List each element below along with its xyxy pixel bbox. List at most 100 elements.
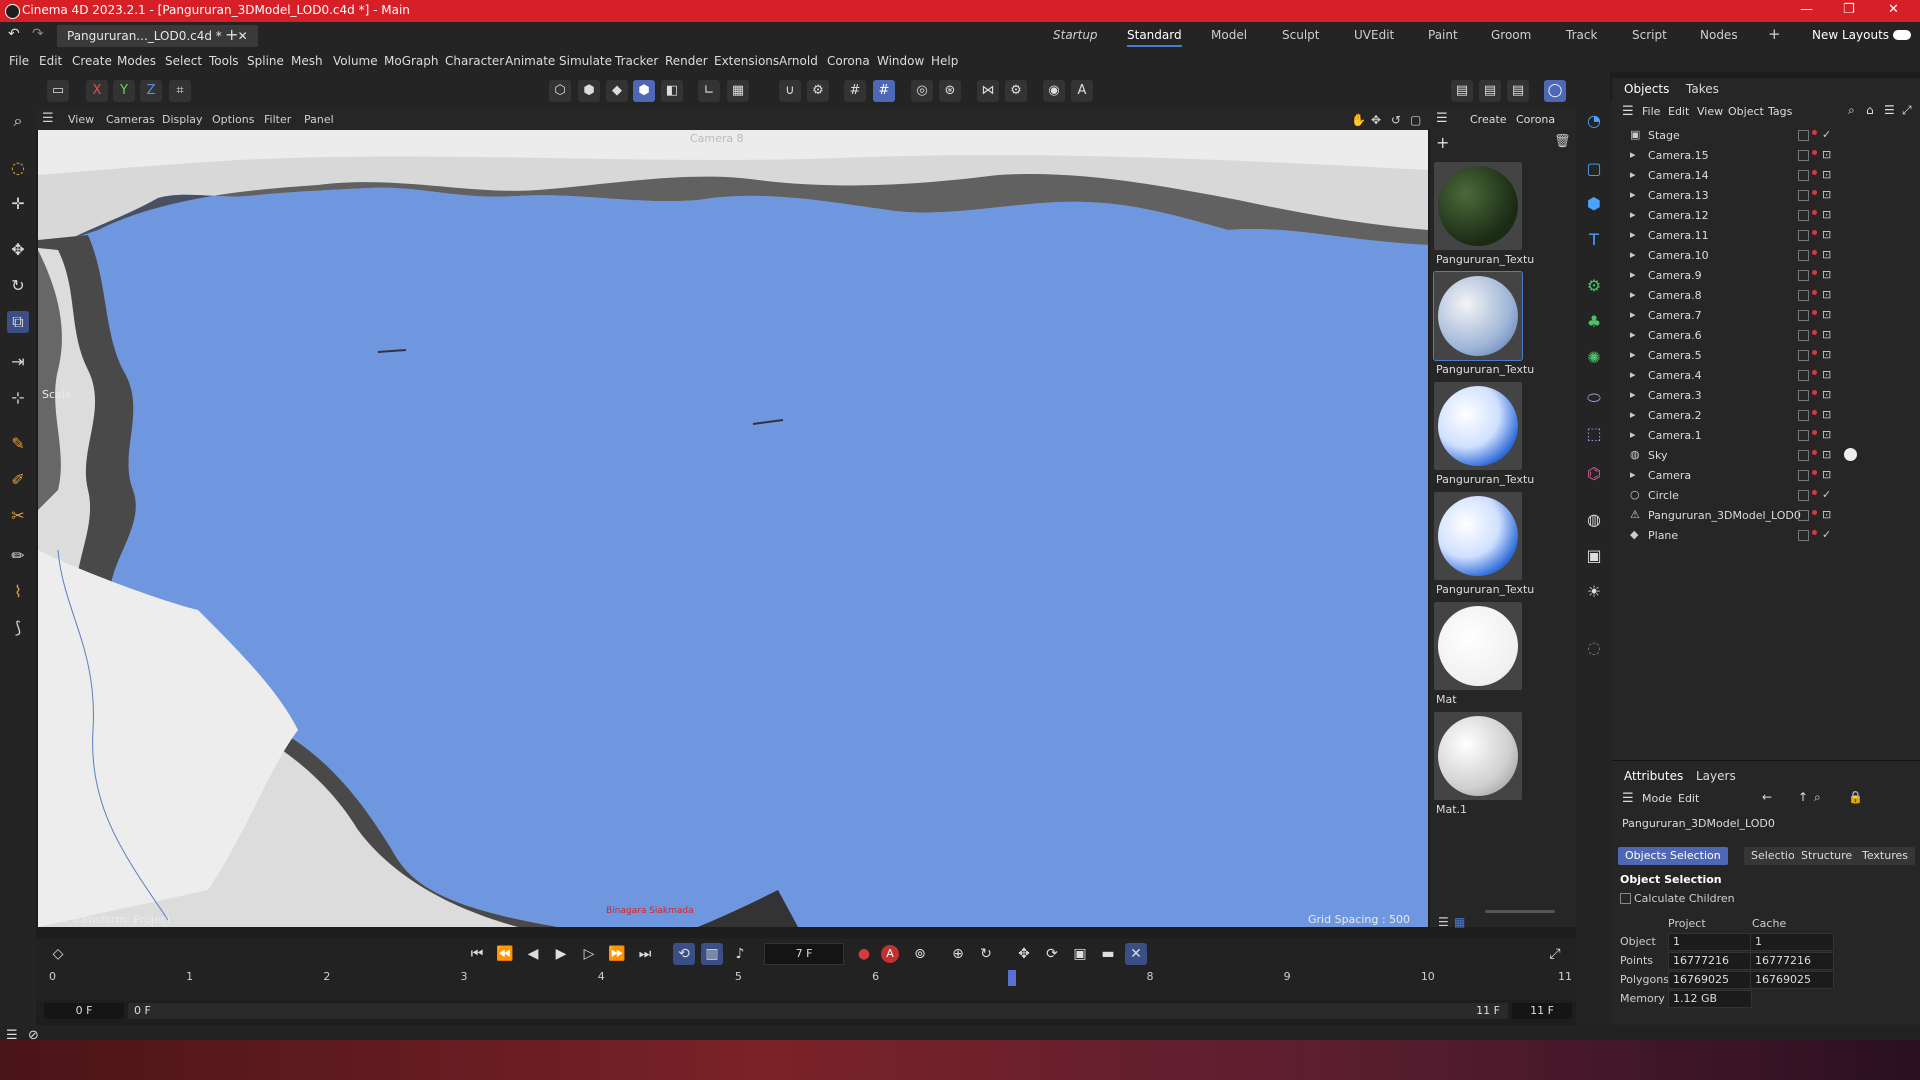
menu-arnold[interactable]: Arnold: [779, 54, 818, 68]
layer-checkbox[interactable]: [1798, 330, 1809, 341]
menu-file[interactable]: File: [9, 54, 29, 68]
autokey-icon[interactable]: A: [881, 945, 899, 963]
material-swatch[interactable]: [1434, 382, 1522, 470]
enable-toggle-icon[interactable]: ⊡: [1822, 148, 1831, 161]
cube-icon[interactable]: ⬢: [1583, 193, 1605, 215]
enable-toggle-icon[interactable]: ⊡: [1822, 428, 1831, 441]
layer-checkbox[interactable]: [1798, 530, 1809, 541]
object-row[interactable]: ○ Circle ✓: [1622, 487, 1920, 505]
layout-sculpt[interactable]: Sculpt: [1282, 28, 1319, 42]
visibility-dot[interactable]: [1812, 530, 1817, 535]
spline-pen-icon[interactable]: ✎: [7, 433, 29, 455]
previous-key-icon[interactable]: ⏪: [494, 943, 516, 965]
material-swatch[interactable]: [1434, 602, 1522, 690]
symmetry-settings-icon[interactable]: ⚙: [1005, 80, 1027, 102]
symmetry-icon[interactable]: ⋈: [977, 80, 999, 102]
graph-editor-icon[interactable]: ⤢: [1544, 943, 1566, 965]
current-frame-field[interactable]: 7 F: [764, 943, 844, 965]
visibility-dot[interactable]: [1812, 410, 1817, 415]
enable-toggle-icon[interactable]: ⊡: [1822, 388, 1831, 401]
live-select-icon[interactable]: ✛: [7, 193, 29, 215]
material-swatch[interactable]: [1434, 162, 1522, 250]
home-icon[interactable]: ⌂: [1866, 103, 1874, 117]
menu-edit[interactable]: Edit: [39, 54, 62, 68]
menu-volume[interactable]: Volume: [333, 54, 378, 68]
menu-character[interactable]: Character: [445, 54, 504, 68]
layer-checkbox[interactable]: [1798, 150, 1809, 161]
visibility-dot[interactable]: [1812, 370, 1817, 375]
layer-checkbox[interactable]: [1798, 270, 1809, 281]
layer-checkbox[interactable]: [1798, 430, 1809, 441]
back-arrow-icon[interactable]: ←: [1762, 790, 1772, 804]
layer-checkbox[interactable]: [1798, 210, 1809, 221]
calculate-children-checkbox[interactable]: [1620, 893, 1631, 904]
layer-checkbox[interactable]: [1798, 410, 1809, 421]
max-frame-field[interactable]: 11 F: [1512, 1003, 1572, 1019]
add-layout-icon[interactable]: +: [1768, 25, 1781, 43]
search-icon[interactable]: ⌕: [1848, 103, 1855, 118]
polygons-mode-icon[interactable]: ◆: [606, 80, 628, 102]
grid-snap-icon[interactable]: #: [844, 80, 866, 102]
visibility-dot[interactable]: [1812, 230, 1817, 235]
up-arrow-icon[interactable]: ↑: [1798, 790, 1808, 804]
generator-icon[interactable]: ⚙: [1583, 275, 1605, 297]
rotate-tool-icon[interactable]: ↻: [7, 275, 29, 297]
sound-scrub-icon[interactable]: ▥: [701, 943, 723, 965]
menu-simulate[interactable]: Simulate: [559, 54, 612, 68]
spline-object-icon[interactable]: ⌬: [1583, 463, 1605, 485]
menu-mograph[interactable]: MoGraph: [384, 54, 439, 68]
subtab-structure[interactable]: Structure: [1794, 847, 1860, 865]
enable-toggle-icon[interactable]: ⊡: [1822, 208, 1831, 221]
enable-toggle-icon[interactable]: ⊡: [1822, 168, 1831, 181]
object-row[interactable]: ▸ Camera.12 ⊡: [1622, 207, 1920, 225]
layer-checkbox[interactable]: [1798, 450, 1809, 461]
lock-y-button[interactable]: Y: [113, 80, 135, 102]
object-row[interactable]: ▸ Camera ⊡: [1622, 467, 1920, 485]
select-tool-icon[interactable]: ◌: [7, 157, 29, 179]
new-layouts-toggle[interactable]: [1893, 30, 1911, 40]
menu-corona[interactable]: Corona: [827, 54, 870, 68]
visibility-dot[interactable]: [1812, 490, 1817, 495]
layer-checkbox[interactable]: [1798, 230, 1809, 241]
move-view-icon[interactable]: ✥: [1371, 113, 1381, 127]
add-material-icon[interactable]: +: [1436, 133, 1449, 152]
visibility-dot[interactable]: [1812, 290, 1817, 295]
coordinate-system-icon[interactable]: ⌗: [169, 80, 191, 102]
camera-object-icon[interactable]: ▣: [1583, 545, 1605, 567]
redo-icon[interactable]: ↷: [32, 26, 44, 42]
menu-spline[interactable]: Spline: [247, 54, 284, 68]
cloner-icon[interactable]: ♣: [1583, 311, 1605, 333]
timeline-toggle-icon[interactable]: ▬: [1097, 943, 1119, 965]
texture-mode-icon[interactable]: ▦: [727, 80, 749, 102]
quantize-icon[interactable]: #: [873, 80, 895, 102]
menu-mesh[interactable]: Mesh: [291, 54, 323, 68]
go-to-start-icon[interactable]: ⏮: [466, 943, 488, 965]
render-view-icon[interactable]: ▤: [1451, 80, 1473, 102]
layer-checkbox[interactable]: [1798, 290, 1809, 301]
effector-icon[interactable]: ✺: [1583, 347, 1605, 369]
menu-tracker[interactable]: Tracker: [615, 54, 658, 68]
previous-frame-icon[interactable]: ◀: [522, 943, 544, 965]
cube-outline-icon[interactable]: ▢: [1583, 158, 1605, 180]
layer-checkbox[interactable]: [1798, 170, 1809, 181]
layout-model[interactable]: Model: [1211, 28, 1247, 42]
menu-tools[interactable]: Tools: [209, 54, 239, 68]
menu-create[interactable]: Create: [72, 54, 112, 68]
enable-toggle-icon[interactable]: ✓: [1822, 528, 1831, 541]
object-row[interactable]: ▸ Camera.6 ⊡: [1622, 327, 1920, 345]
light-icon[interactable]: ☀: [1583, 581, 1605, 603]
delete-material-icon[interactable]: 🗑: [1554, 134, 1571, 149]
enable-toggle-icon[interactable]: ⊡: [1822, 508, 1831, 521]
enable-toggle-icon[interactable]: ⊡: [1822, 248, 1831, 261]
object-row[interactable]: ◍ Sky ⊡: [1622, 447, 1920, 465]
attributes-menu-mode[interactable]: Mode: [1642, 792, 1672, 805]
enable-toggle-icon[interactable]: ⊡: [1822, 348, 1831, 361]
object-row[interactable]: ▸ Camera.10 ⊡: [1622, 247, 1920, 265]
menu-help[interactable]: Help: [931, 54, 958, 68]
objects-menu-edit[interactable]: Edit: [1668, 105, 1689, 118]
visibility-dot[interactable]: [1812, 470, 1817, 475]
object-row[interactable]: ▸ Camera.7 ⊡: [1622, 307, 1920, 325]
viewport[interactable]: Perspective Camera 8 Scale View Transfor…: [38, 130, 1428, 927]
enable-toggle-icon[interactable]: ⊡: [1822, 308, 1831, 321]
timeline-ruler[interactable]: [36, 970, 1576, 1000]
